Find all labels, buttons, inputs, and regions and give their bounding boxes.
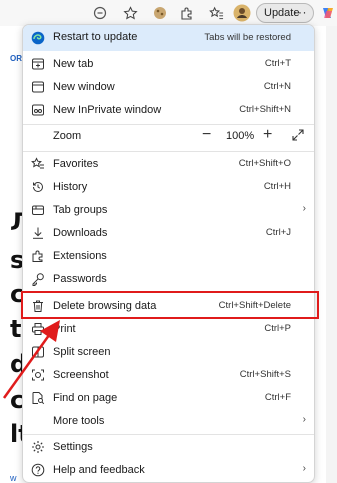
update-button[interactable]: Update ··· [256,3,314,23]
menu-item-shortcut: Ctrl+Shift+S [239,369,291,380]
menu-item-label: History [53,181,88,193]
menu-item-label: More tools [53,415,105,427]
menu-item-label: New window [53,81,115,93]
copilot-icon[interactable] [318,3,337,23]
extension-icon[interactable] [150,3,170,23]
menu-item-downloads[interactable]: Downloads Ctrl+J [23,222,314,245]
menu-divider [23,434,314,435]
menu-item-favorites[interactable]: Favorites Ctrl+Shift+O [23,153,314,176]
side-panel-edge [326,26,337,483]
menu-item-settings[interactable]: Settings [23,436,314,459]
menu-item-extensions[interactable]: Extensions [23,245,314,268]
new-tab-icon [32,58,44,70]
zoom-out-button[interactable]: − [202,126,211,144]
menu-item-new-window[interactable]: New window Ctrl+N [23,76,314,99]
menu-item-label: Passwords [53,273,107,285]
menu-item-label: Print [53,323,76,335]
menu-item-label: Favorites [53,158,99,170]
menu-item-shortcut: Ctrl+Shift+O [238,158,291,169]
background-letter: t [10,315,22,343]
background-logo-fragment: OR [10,54,22,63]
menu-item-more-tools[interactable]: More tools › [23,410,314,433]
downloads-icon [33,227,43,239]
menu-item-find-on-page[interactable]: Find on page Ctrl+F [23,387,314,410]
menu-item-label: Settings [53,441,93,453]
submenu-chevron-icon: › [302,203,306,214]
print-icon [32,323,44,335]
history-icon [33,181,43,192]
menu-item-zoom: Zoom − 100% + [23,125,314,149]
background-link-fragment: w [10,473,17,483]
menu-item-print[interactable]: Print Ctrl+P [23,318,314,341]
menu-item-label: Screenshot [53,369,109,381]
menu-item-label: Find on page [53,392,118,404]
highlight-box [21,291,319,319]
menu-item-new-inprivate-window[interactable]: New InPrivate window Ctrl+Shift+N [23,99,314,122]
profile-avatar[interactable] [232,3,252,23]
submenu-chevron-icon: › [302,463,306,474]
zoom-level: 100% [226,130,255,142]
menu-item-tab-groups[interactable]: Tab groups › [23,199,314,222]
menu-item-label: Help and feedback [53,464,145,476]
menu-item-shortcut: Ctrl+H [263,181,291,192]
fullscreen-icon[interactable] [291,128,305,142]
menu-item-help-and-feedback[interactable]: Help and feedback › [23,459,314,482]
extensions-icon [32,250,43,262]
menu-item-label: Downloads [53,227,108,239]
screenshot-icon [32,369,44,381]
menu-item-shortcut: Ctrl+J [265,227,291,238]
edge-icon [31,31,45,45]
menu-item-screenshot[interactable]: Screenshot Ctrl+Shift+S [23,364,314,387]
submenu-chevron-icon: › [302,414,306,425]
help-icon [31,463,45,477]
menu-item-new-tab[interactable]: New tab Ctrl+T [23,53,314,76]
menu-item-shortcut: Ctrl+F [264,392,291,403]
zoom-in-button[interactable]: + [263,126,272,144]
menu-item-label: Zoom [53,130,82,142]
key-icon [32,273,44,286]
restart-label: Restart to update [53,31,138,43]
settings-menu: Restart to update Tabs will be restored … [22,24,315,483]
menu-item-history[interactable]: History Ctrl+H [23,176,314,199]
restart-note: Tabs will be restored [204,32,291,43]
menu-item-label: Extensions [53,250,107,262]
restart-to-update-item[interactable]: Restart to update Tabs will be restored [23,25,314,51]
browser-toolbar: Update ··· [0,0,337,26]
menu-item-shortcut: Ctrl+P [264,323,291,334]
favorite-star-icon[interactable] [120,3,140,23]
menu-item-passwords[interactable]: Passwords [23,268,314,291]
extensions-puzzle-icon[interactable] [177,3,197,23]
new-window-icon [32,81,44,93]
menu-item-shortcut: Ctrl+Shift+N [239,104,291,115]
reader-icon[interactable] [90,3,110,23]
menu-divider [23,151,314,152]
gear-icon [32,441,44,453]
favorites-icon [31,157,44,169]
menu-item-label: Split screen [53,346,111,358]
menu-item-split-screen[interactable]: Split screen [23,341,314,364]
favorites-bar-icon[interactable] [206,3,226,23]
menu-item-shortcut: Ctrl+N [263,81,291,92]
menu-item-shortcut: Ctrl+T [264,58,291,69]
tab-groups-icon [32,205,44,215]
menu-item-label: New InPrivate window [53,104,162,116]
split-screen-icon [32,346,44,358]
find-on-page-icon [32,392,45,405]
more-options-icon: ··· [293,5,307,19]
menu-item-label: Tab groups [53,204,108,216]
menu-item-label: New tab [53,58,94,70]
inprivate-icon [32,104,44,116]
